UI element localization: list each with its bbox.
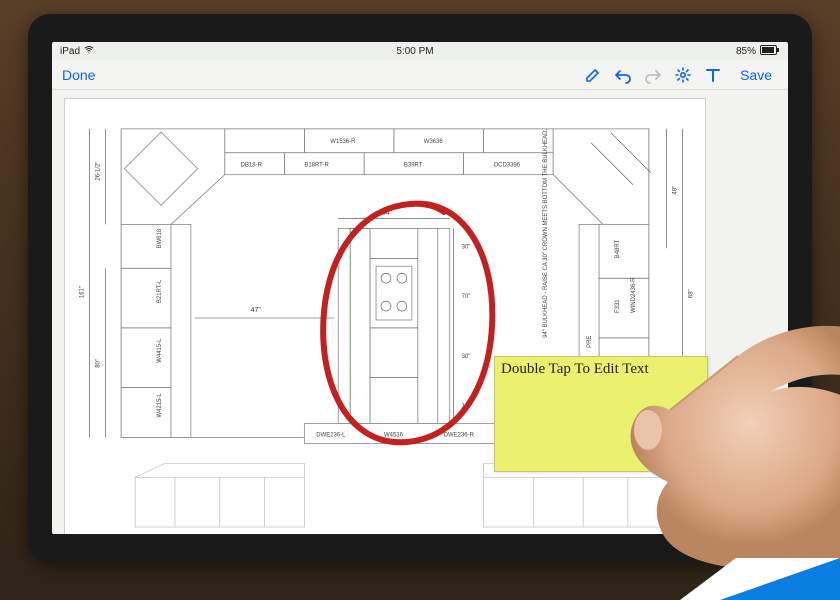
- svg-text:70": 70": [462, 294, 471, 300]
- screen: iPad 5:00 PM 85% Done: [52, 42, 788, 534]
- done-button[interactable]: Done: [62, 67, 95, 83]
- svg-text:W3636: W3636: [424, 139, 444, 145]
- clock: 5:00 PM: [94, 46, 736, 57]
- wifi-icon: [84, 46, 94, 57]
- save-button[interactable]: Save: [734, 65, 778, 85]
- svg-text:48": 48": [673, 186, 679, 195]
- sticky-note[interactable]: Double Tap To Edit Text: [494, 356, 708, 472]
- marker-tool-button[interactable]: [578, 64, 608, 86]
- redo-button[interactable]: [638, 64, 668, 86]
- svg-text:94" BULKHEAD - RAISE CA 30" CR: 94" BULKHEAD - RAISE CA 30" CROWN MEETS …: [543, 129, 549, 338]
- text-tool-button[interactable]: [698, 64, 728, 86]
- svg-text:PRE: PRE: [587, 336, 593, 348]
- svg-text:26-1/2": 26-1/2": [95, 162, 101, 181]
- svg-text:B18RT-R: B18RT-R: [304, 163, 329, 169]
- sticky-note-text: Double Tap To Edit Text: [501, 361, 649, 377]
- svg-text:W1536-R: W1536-R: [330, 139, 356, 145]
- svg-text:F331: F331: [615, 299, 621, 313]
- undo-button[interactable]: [608, 64, 638, 86]
- svg-text:B21RT-L: B21RT-L: [157, 279, 163, 303]
- svg-text:BW618: BW618: [157, 228, 163, 248]
- ipad-frame: iPad 5:00 PM 85% Done: [28, 14, 812, 562]
- battery-text: 85%: [736, 46, 756, 57]
- svg-text:30": 30": [462, 354, 471, 360]
- svg-text:W4536: W4536: [384, 432, 404, 438]
- svg-text:DWE236-R: DWE236-R: [444, 432, 475, 438]
- svg-text:161": 161": [79, 286, 85, 298]
- app-toolbar: Done Save: [52, 60, 788, 90]
- settings-button[interactable]: [668, 64, 698, 86]
- device-label: iPad: [60, 46, 80, 57]
- svg-text:DB18-R: DB18-R: [241, 163, 263, 169]
- svg-text:68": 68": [689, 289, 695, 298]
- svg-text:B48RT: B48RT: [615, 239, 621, 258]
- svg-text:34": 34": [382, 209, 393, 216]
- svg-text:WIND2436-R: WIND2436-R: [631, 277, 637, 313]
- ios-status-bar: iPad 5:00 PM 85%: [52, 42, 788, 60]
- battery-icon: [760, 45, 780, 58]
- svg-text:OCD3396: OCD3396: [494, 163, 521, 169]
- svg-text:DWE236-L: DWE236-L: [316, 432, 346, 438]
- svg-text:80": 80": [95, 359, 101, 368]
- drawing-canvas[interactable]: W1536-R W3636 DB18-R B18RT-R B39RT OCD33…: [52, 90, 788, 534]
- svg-text:W4215-L: W4215-L: [157, 393, 163, 418]
- svg-text:B39RT: B39RT: [404, 163, 423, 169]
- corner-wedge: [680, 520, 840, 600]
- svg-text:13": 13": [462, 404, 471, 410]
- svg-text:47": 47": [251, 307, 262, 314]
- svg-text:W4415-L: W4415-L: [157, 338, 163, 363]
- svg-text:30": 30": [462, 244, 471, 250]
